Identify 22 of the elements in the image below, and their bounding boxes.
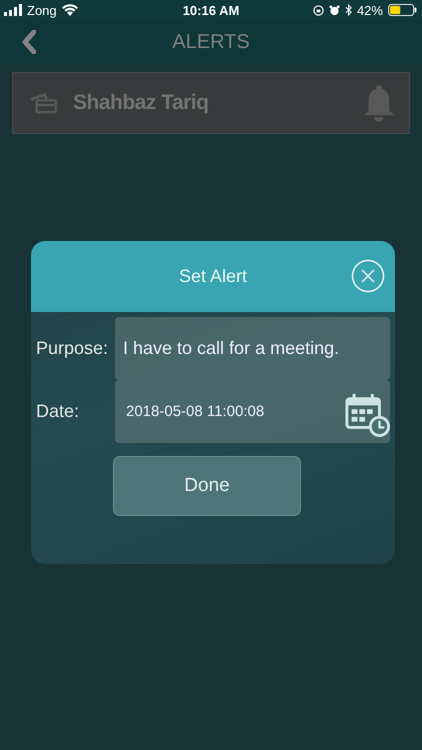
bluetooth-icon: [344, 4, 352, 16]
chevron-left-icon: [22, 30, 36, 54]
screen-title: ALERTS: [172, 30, 250, 54]
alarm-icon: [328, 4, 340, 16]
battery-icon: [388, 4, 418, 16]
close-button[interactable]: [351, 259, 385, 293]
carrier-name: Zong: [27, 2, 57, 18]
field-label: Date:: [35, 401, 80, 422]
signal-icon: [4, 4, 22, 16]
input-field[interactable]: I have to call for a meeting.: [115, 317, 390, 380]
calendar-clock-icon: [344, 391, 390, 437]
battery-percent: 42%: [356, 2, 383, 18]
dialog-title: Set Alert: [178, 266, 248, 287]
wifi-icon: [62, 4, 78, 16]
status-time: 10:16 AM: [182, 2, 240, 18]
contact-name: Shahbaz Tariq: [73, 91, 210, 115]
close-icon: [351, 259, 385, 293]
back-button[interactable]: [22, 30, 36, 54]
bell-icon: [363, 84, 395, 122]
date-field[interactable]: 2018-05-08 11:00:08: [115, 380, 390, 443]
field-label: Purpose:: [35, 338, 110, 359]
done-button[interactable]: Done: [113, 456, 301, 516]
